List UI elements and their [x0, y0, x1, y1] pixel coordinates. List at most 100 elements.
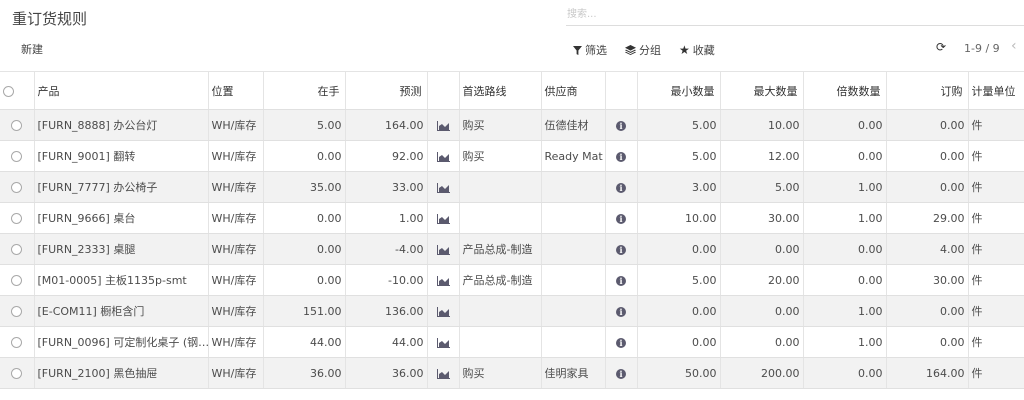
- info-cell[interactable]: i: [605, 109, 638, 141]
- table-row[interactable]: [FURN_8888] 办公台灯 WH/库存 5.00 164.00 购买 伍德佳材 i 5.…: [0, 109, 1024, 141]
- pager-value[interactable]: 1-9 / 9: [964, 42, 1000, 55]
- checkbox[interactable]: [11, 306, 23, 317]
- uom-cell[interactable]: 件: [968, 171, 1024, 203]
- forecast-cell[interactable]: -10.00: [345, 264, 428, 296]
- area-chart-icon[interactable]: [436, 151, 450, 162]
- uom-cell[interactable]: 件: [968, 233, 1024, 265]
- location-cell[interactable]: WH/库存: [208, 109, 264, 141]
- info-cell[interactable]: i: [605, 233, 638, 265]
- table-row[interactable]: [FURN_2333] 桌腿 WH/库存 0.00 -4.00 产品总成-制造 i 0.00…: [0, 233, 1024, 265]
- table-row[interactable]: [FURN_9001] 翻转 WH/库存 0.00 92.00 购买 Ready Mat i…: [0, 140, 1024, 172]
- multiple-qty-cell[interactable]: 1.00: [803, 202, 887, 234]
- max-qty-cell[interactable]: 20.00: [720, 264, 804, 296]
- route-cell[interactable]: 购买: [459, 109, 542, 141]
- chevron-left-icon[interactable]: ‹: [1011, 38, 1017, 54]
- row-checkbox-cell[interactable]: [0, 326, 35, 358]
- vendor-cell[interactable]: [541, 295, 606, 327]
- column-header-on-hand[interactable]: 在手: [263, 71, 346, 110]
- to-order-cell[interactable]: 0.00: [886, 295, 969, 327]
- max-qty-cell[interactable]: 30.00: [720, 202, 804, 234]
- row-checkbox-cell[interactable]: [0, 202, 35, 234]
- forecast-graph-cell[interactable]: [427, 202, 460, 234]
- on-hand-cell[interactable]: 151.00: [263, 295, 346, 327]
- checkbox[interactable]: [11, 244, 23, 255]
- info-circle-icon[interactable]: i: [616, 368, 626, 379]
- multiple-qty-cell[interactable]: 0.00: [803, 140, 887, 172]
- favorites-button[interactable]: ★ 收藏: [679, 42, 715, 58]
- route-cell[interactable]: 产品总成-制造: [459, 264, 542, 296]
- forecast-graph-cell[interactable]: [427, 326, 460, 358]
- search-input[interactable]: [566, 4, 1024, 20]
- multiple-qty-cell[interactable]: 1.00: [803, 295, 887, 327]
- info-circle-icon[interactable]: i: [616, 151, 626, 162]
- vendor-cell[interactable]: [541, 326, 606, 358]
- column-header-to-order[interactable]: 订购: [886, 71, 969, 110]
- on-hand-cell[interactable]: 0.00: [263, 264, 346, 296]
- location-cell[interactable]: WH/库存: [208, 171, 264, 203]
- area-chart-icon[interactable]: [436, 182, 450, 193]
- column-header-min-qty[interactable]: 最小数量: [637, 71, 721, 110]
- info-cell[interactable]: i: [605, 357, 638, 389]
- column-header-route[interactable]: 首选路线: [459, 71, 542, 110]
- vendor-cell[interactable]: 佳明家具: [541, 357, 606, 389]
- on-hand-cell[interactable]: 36.00: [263, 357, 346, 389]
- forecast-cell[interactable]: 36.00: [345, 357, 428, 389]
- table-row[interactable]: [FURN_7777] 办公椅子 WH/库存 35.00 33.00 i 3.00 5.00…: [0, 171, 1024, 203]
- product-cell[interactable]: [FURN_0096] 可定制化桌子 (钢…: [34, 326, 209, 358]
- uom-cell[interactable]: 件: [968, 202, 1024, 234]
- area-chart-icon[interactable]: [436, 120, 450, 131]
- location-cell[interactable]: WH/库存: [208, 357, 264, 389]
- new-button[interactable]: 新建: [21, 41, 43, 57]
- checkbox[interactable]: [11, 120, 23, 131]
- product-cell[interactable]: [FURN_2333] 桌腿: [34, 233, 209, 265]
- multiple-qty-cell[interactable]: 0.00: [803, 264, 887, 296]
- column-header-product[interactable]: 产品: [34, 71, 209, 110]
- on-hand-cell[interactable]: 0.00: [263, 233, 346, 265]
- on-hand-cell[interactable]: 0.00: [263, 202, 346, 234]
- uom-cell[interactable]: 件: [968, 140, 1024, 172]
- min-qty-cell[interactable]: 10.00: [637, 202, 721, 234]
- to-order-cell[interactable]: 164.00: [886, 357, 969, 389]
- forecast-cell[interactable]: 92.00: [345, 140, 428, 172]
- route-cell[interactable]: [459, 171, 542, 203]
- to-order-cell[interactable]: 29.00: [886, 202, 969, 234]
- checkbox[interactable]: [3, 85, 14, 97]
- table-row[interactable]: [E-COM11] 橱柜含门 WH/库存 151.00 136.00 i 0.00 0.00…: [0, 295, 1024, 327]
- min-qty-cell[interactable]: 3.00: [637, 171, 721, 203]
- on-hand-cell[interactable]: 0.00: [263, 140, 346, 172]
- forecast-graph-cell[interactable]: [427, 171, 460, 203]
- location-cell[interactable]: WH/库存: [208, 233, 264, 265]
- info-cell[interactable]: i: [605, 171, 638, 203]
- forecast-cell[interactable]: 44.00: [345, 326, 428, 358]
- min-qty-cell[interactable]: 0.00: [637, 233, 721, 265]
- checkbox[interactable]: [11, 213, 23, 224]
- info-circle-icon[interactable]: i: [616, 120, 626, 131]
- info-circle-icon[interactable]: i: [616, 306, 626, 317]
- max-qty-cell[interactable]: 0.00: [720, 233, 804, 265]
- route-cell[interactable]: 购买: [459, 357, 542, 389]
- row-checkbox-cell[interactable]: [0, 171, 35, 203]
- row-checkbox-cell[interactable]: [0, 233, 35, 265]
- location-cell[interactable]: WH/库存: [208, 295, 264, 327]
- on-hand-cell[interactable]: 5.00: [263, 109, 346, 141]
- checkbox[interactable]: [11, 337, 23, 348]
- product-cell[interactable]: [M01-0005] 主板1135p-smt: [34, 264, 209, 296]
- column-header-max-qty[interactable]: 最大数量: [720, 71, 804, 110]
- filter-button[interactable]: 筛选: [573, 42, 607, 58]
- multiple-qty-cell[interactable]: 0.00: [803, 357, 887, 389]
- row-checkbox-cell[interactable]: [0, 357, 35, 389]
- info-cell[interactable]: i: [605, 140, 638, 172]
- info-circle-icon[interactable]: i: [616, 244, 626, 255]
- checkbox[interactable]: [11, 182, 23, 193]
- column-header-location[interactable]: 位置: [208, 71, 264, 110]
- checkbox[interactable]: [11, 151, 23, 162]
- min-qty-cell[interactable]: 5.00: [637, 109, 721, 141]
- max-qty-cell[interactable]: 0.00: [720, 295, 804, 327]
- column-header-forecast[interactable]: 预测: [345, 71, 428, 110]
- forecast-cell[interactable]: 136.00: [345, 295, 428, 327]
- vendor-cell[interactable]: [541, 264, 606, 296]
- route-cell[interactable]: 购买: [459, 140, 542, 172]
- area-chart-icon[interactable]: [436, 337, 450, 348]
- product-cell[interactable]: [FURN_8888] 办公台灯: [34, 109, 209, 141]
- max-qty-cell[interactable]: 5.00: [720, 171, 804, 203]
